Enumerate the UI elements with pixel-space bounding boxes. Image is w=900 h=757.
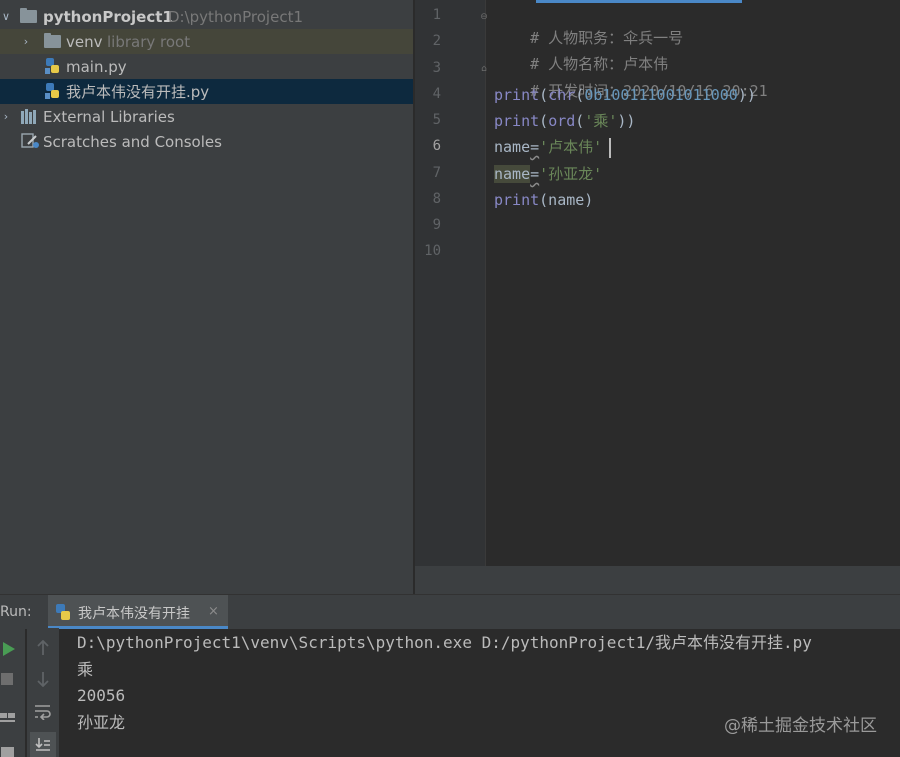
tree-item-selected-file[interactable]: 我卢本伟没有开挂.py — [0, 79, 413, 104]
line-number: 3 — [432, 60, 441, 76]
operator: = — [530, 165, 540, 183]
console-output[interactable]: D:\pythonProject1\venv\Scripts\python.ex… — [77, 630, 812, 736]
code-line-4: print(chr(0b100111001011000)) — [494, 84, 756, 106]
folder-icon — [20, 8, 37, 23]
line-number-gutter — [415, 0, 485, 566]
python-file-icon — [45, 58, 59, 74]
soft-wrap-icon[interactable] — [34, 704, 52, 720]
code-line-6: name='卢本伟' — [494, 136, 602, 158]
project-name: pythonProject1 — [43, 7, 173, 26]
stop-icon[interactable] — [1, 673, 13, 685]
editor-breadcrumb-bar — [415, 566, 900, 594]
tree-item-venv[interactable]: › venv library root — [0, 29, 413, 54]
number-literal: 0b100111001011000 — [584, 86, 738, 104]
print-icon[interactable] — [1, 747, 15, 757]
line-number: 8 — [432, 191, 441, 207]
fold-end-icon[interactable]: ⌂ — [479, 64, 489, 74]
file-label: 我卢本伟没有开挂.py — [66, 83, 210, 101]
builtin-fn: print — [494, 191, 540, 209]
line-number: 9 — [432, 217, 441, 233]
tree-item-external-libraries[interactable]: › External Libraries — [0, 104, 413, 129]
python-file-icon — [45, 83, 59, 99]
run-header: Run: 我卢本伟没有开挂 × — [0, 594, 900, 629]
arrow-up-icon[interactable] — [36, 640, 50, 656]
folder-icon — [44, 33, 61, 48]
run-toolbar-right — [27, 628, 59, 757]
variable: name — [494, 138, 531, 156]
builtin-fn: chr — [548, 86, 576, 104]
code-line-7: name='孙亚龙' — [494, 163, 602, 185]
run-tab-label: 我卢本伟没有开挂 — [78, 606, 190, 622]
line-number: 10 — [424, 243, 441, 259]
chevron-right-icon[interactable]: › — [0, 110, 12, 123]
code-editor[interactable]: 1 2 3 4 5 6 7 8 9 10 ⊖ ⌂ # 人物职务：伞兵一号 # 人… — [415, 0, 900, 594]
line-number: 4 — [432, 86, 441, 102]
args: (name) — [539, 191, 594, 209]
layout-icon[interactable] — [0, 713, 16, 727]
tree-item-scratches[interactable]: Scratches and Consoles — [0, 129, 413, 154]
console-line: 孙亚龙 — [77, 712, 126, 732]
python-icon — [56, 604, 70, 620]
close-icon[interactable]: × — [208, 604, 219, 619]
project-path: D:\pythonProject1 — [168, 7, 303, 26]
watermark: @稀土掘金技术社区 — [724, 716, 877, 736]
arrow-down-icon[interactable] — [36, 671, 50, 687]
active-tab-indicator — [536, 0, 742, 3]
builtin-fn: ord — [548, 112, 576, 130]
code-line-5: print(ord('乘')) — [494, 110, 635, 132]
line-number: 5 — [432, 112, 441, 128]
console-line: 20056 — [77, 686, 126, 705]
tree-root-project[interactable]: ∨ pythonProject1 D:\pythonProject1 — [0, 4, 413, 29]
string-literal: '卢本伟' — [539, 138, 603, 156]
file-label: main.py — [66, 57, 127, 76]
scratches-label: Scratches and Consoles — [43, 132, 222, 151]
paren: ( — [575, 86, 585, 104]
gutter-divider — [485, 0, 486, 566]
run-label: Run: — [0, 604, 32, 620]
builtin-fn: print — [494, 112, 540, 130]
paren: ( — [539, 86, 549, 104]
project-tree-panel: ∨ pythonProject1 D:\pythonProject1 › ven… — [0, 0, 413, 594]
chevron-down-icon[interactable]: ∨ — [0, 10, 12, 23]
paren: )) — [737, 86, 756, 104]
line-number: 6 — [432, 138, 441, 154]
operator: = — [530, 138, 540, 156]
string-literal: '孙亚龙' — [539, 165, 603, 183]
paren: ( — [539, 112, 549, 130]
scroll-to-end-icon — [35, 738, 50, 751]
run-toolbar-left — [0, 628, 25, 757]
scroll-to-end-button[interactable] — [30, 732, 56, 757]
scratches-icon — [21, 133, 39, 148]
rerun-icon[interactable] — [2, 641, 16, 657]
venv-label: venv — [66, 32, 103, 51]
line-number: 1 — [432, 7, 441, 23]
code-line-8: print(name) — [494, 189, 593, 211]
console-line: D:\pythonProject1\venv\Scripts\python.ex… — [77, 633, 812, 652]
line-number: 2 — [432, 33, 441, 49]
code-line-3: # 开发时间：2020/10/16 20:21 — [494, 58, 768, 100]
run-config-tab[interactable]: 我卢本伟没有开挂 × — [48, 595, 228, 629]
venv-hint: library root — [107, 32, 191, 51]
library-icon — [21, 109, 36, 124]
tree-item-main-py[interactable]: main.py — [0, 54, 413, 79]
fold-start-icon[interactable]: ⊖ — [479, 12, 489, 22]
variable-highlighted: name — [494, 165, 531, 183]
code-line-2: # 人物名称：卢本伟 — [494, 31, 668, 73]
run-tool-window: Run: 我卢本伟没有开挂 × D:\pythonProject1\venv\S… — [0, 594, 900, 757]
paren: ( — [575, 112, 585, 130]
external-libraries-label: External Libraries — [43, 107, 175, 126]
line-number: 7 — [432, 165, 441, 181]
code-line-1: # 人物职务：伞兵一号 — [494, 5, 683, 47]
console-line: 乘 — [77, 659, 94, 679]
builtin-fn: print — [494, 86, 540, 104]
paren: )) — [617, 112, 636, 130]
chevron-right-icon[interactable]: › — [20, 35, 32, 48]
text-caret — [609, 138, 611, 158]
string-literal: '乘' — [584, 112, 618, 130]
